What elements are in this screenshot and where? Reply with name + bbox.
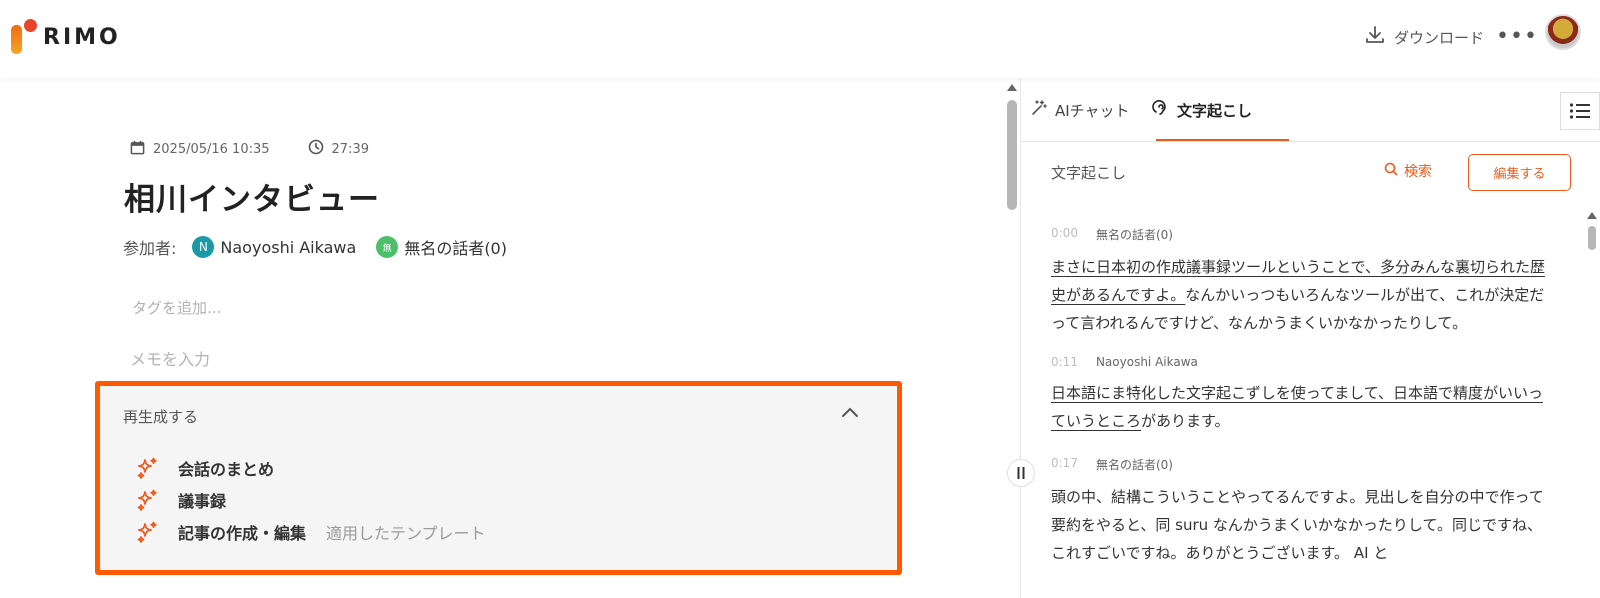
- segment-time[interactable]: 0:17: [1051, 456, 1078, 473]
- search-label: 検索: [1404, 164, 1432, 180]
- segment-time[interactable]: 0:11: [1051, 355, 1078, 369]
- participants-label: 参加者:: [123, 239, 177, 258]
- participant-name: 無名の話者(0): [404, 239, 507, 258]
- segment-header: 0:00 無名の話者(0): [1051, 226, 1551, 243]
- active-tab-indicator: [1156, 139, 1289, 141]
- regenerate-item-label: 議事録: [178, 492, 227, 511]
- segment-rest-text: があります。: [1141, 412, 1230, 430]
- tab-ai-chat[interactable]: AIチャット: [1030, 78, 1130, 142]
- right-panel-tabs: AIチャット 文字起こし: [1021, 78, 1600, 142]
- top-bar: RIMO ダウンロード •••: [0, 0, 1600, 78]
- scroll-up-arrow-icon[interactable]: [1587, 212, 1597, 219]
- tab-label: 文字起こし: [1177, 101, 1253, 120]
- search-icon: [1384, 162, 1398, 180]
- segment-text[interactable]: まさに日本初の作成議事録ツールということで、多分みんな裏切られた歴史があるんです…: [1051, 253, 1551, 337]
- regenerate-title: 再生成する: [123, 408, 199, 426]
- edit-button[interactable]: 編集する: [1468, 154, 1571, 191]
- segment-header: 0:17 無名の話者(0): [1051, 456, 1551, 473]
- sparkle-icon: [135, 520, 160, 544]
- segment-text[interactable]: 頭の中、結構こういうことやってるんですよ。見出しを自分の中で作って要約をやると、…: [1051, 483, 1551, 567]
- more-options-button[interactable]: •••: [1496, 24, 1538, 49]
- sparkle-icon: [135, 456, 160, 480]
- meeting-duration: 27:39: [331, 141, 369, 157]
- transcript-segment[interactable]: 0:17 無名の話者(0) 頭の中、結構こういうことやってるんですよ。見出しを自…: [1051, 456, 1551, 567]
- segment-speaker: 無名の話者(0): [1095, 228, 1173, 242]
- meeting-date: 2025/05/16 10:35: [153, 141, 270, 157]
- regenerate-item-label: 会話のまとめ: [178, 460, 275, 479]
- regenerate-item-article[interactable]: 記事の作成・編集 適用したテンプレート: [135, 520, 486, 544]
- segment-text[interactable]: 日本語にま特化した文字起こずしを使ってまして、日本語で精度がいいっていうところが…: [1051, 379, 1551, 435]
- download-label: ダウンロード: [1394, 28, 1485, 47]
- applied-template-note: 適用したテンプレート: [326, 524, 486, 543]
- segment-header: 0:11 Naoyoshi Aikawa: [1051, 355, 1551, 369]
- scrollbar-thumb[interactable]: [1588, 226, 1596, 250]
- transcript-icon: [1152, 99, 1170, 121]
- participant-name: Naoyoshi Aikawa: [220, 237, 357, 257]
- participant-chip[interactable]: 無 無名の話者(0): [376, 235, 507, 259]
- magic-wand-icon: [1030, 99, 1048, 121]
- meeting-detail-panel: 2025/05/16 10:35 27:39 相川インタビュー 参加者: N N…: [0, 78, 1017, 598]
- participant-avatar: N: [192, 236, 215, 258]
- transcript-scrollbar[interactable]: [1586, 212, 1598, 598]
- sparkle-icon: [135, 488, 160, 512]
- page-title: 相川インタビュー: [124, 182, 380, 218]
- left-scrollbar[interactable]: [1006, 84, 1018, 598]
- regenerate-item-label: 記事の作成・編集: [178, 524, 307, 543]
- logo-text: RIMO: [43, 24, 121, 50]
- transcript-segment[interactable]: 0:11 Naoyoshi Aikawa 日本語にま特化した文字起こずしを使って…: [1051, 355, 1551, 435]
- chevron-up-icon[interactable]: [840, 404, 860, 423]
- resize-handle-icon[interactable]: [1007, 459, 1035, 487]
- regenerate-panel: 再生成する 会話のまとめ 議事録 記事の作成・編集 適用したテンプレート: [95, 381, 902, 575]
- search-button[interactable]: 検索: [1384, 161, 1432, 181]
- clock-icon: [308, 139, 324, 159]
- transcript-segment[interactable]: 0:00 無名の話者(0) まさに日本初の作成議事録ツールということで、多分みん…: [1051, 226, 1551, 337]
- segment-speaker: Naoyoshi Aikawa: [1095, 355, 1198, 369]
- download-button[interactable]: ダウンロード: [1364, 24, 1484, 50]
- regenerate-item-minutes[interactable]: 議事録: [135, 488, 226, 512]
- list-icon: [1569, 103, 1590, 119]
- participants-row: 参加者: N Naoyoshi Aikawa 無 無名の話者(0): [123, 235, 527, 259]
- segment-time[interactable]: 0:00: [1051, 226, 1078, 243]
- segment-rest-text: 頭の中、結構こういうことやってるんですよ。見出しを自分の中で作って要約をやると、…: [1051, 488, 1544, 562]
- meeting-meta: 2025/05/16 10:35 27:39: [130, 139, 369, 159]
- segment-highlighted-text: 日本語にま特化した文字起こずしを使ってまして、日本語で精度がいいっていうところ: [1051, 384, 1544, 430]
- tab-label: AIチャット: [1055, 101, 1130, 120]
- tag-input[interactable]: タグを追加...: [132, 297, 221, 318]
- download-icon: [1364, 24, 1386, 50]
- segment-speaker: 無名の話者(0): [1095, 458, 1173, 472]
- memo-input[interactable]: メモを入力: [130, 346, 210, 370]
- tab-transcript[interactable]: 文字起こし: [1152, 78, 1252, 142]
- calendar-icon: [130, 140, 145, 159]
- logo-mark-icon: [11, 19, 37, 55]
- participant-avatar: 無: [376, 236, 399, 258]
- rimo-logo[interactable]: RIMO: [11, 19, 121, 55]
- transcript-panel: AIチャット 文字起こし 文字起こし 検索 編集する 0:00 無名の話者(0)…: [1021, 78, 1600, 598]
- participant-chip[interactable]: N Naoyoshi Aikawa: [192, 236, 356, 258]
- outline-list-button[interactable]: [1560, 92, 1600, 130]
- scrollbar-thumb[interactable]: [1007, 100, 1017, 210]
- user-avatar[interactable]: [1545, 14, 1581, 50]
- scroll-up-arrow-icon[interactable]: [1007, 84, 1017, 91]
- transcript-section-title: 文字起こし: [1051, 164, 1127, 182]
- regenerate-item-summary[interactable]: 会話のまとめ: [135, 456, 274, 480]
